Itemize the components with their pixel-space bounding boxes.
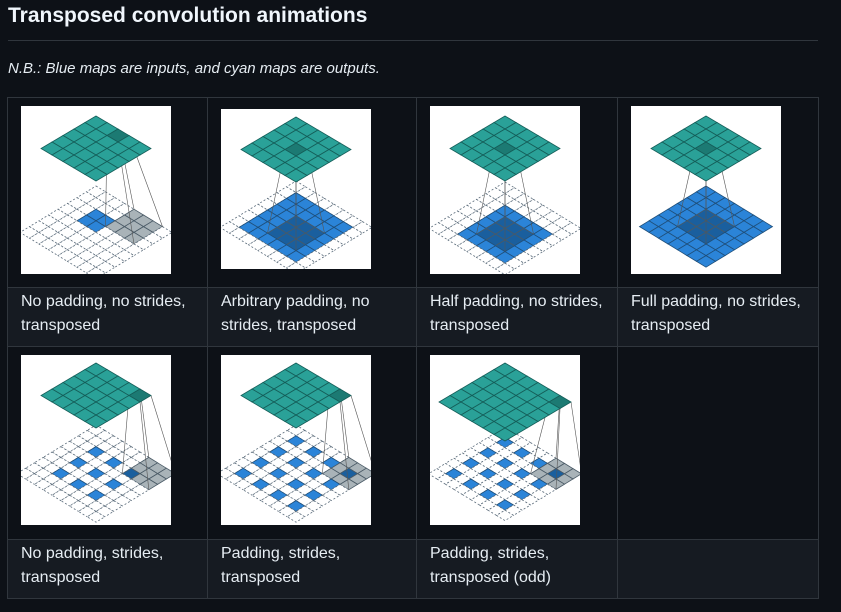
caption-cell-2: Arbitrary padding, no strides, transpose…	[207, 287, 417, 347]
figure-caption	[618, 540, 818, 542]
figure-cell-8-empty	[617, 346, 819, 540]
half-padding-no-strides-transposed-animation	[430, 106, 580, 274]
caption-cell-1: No padding, no strides, transposed	[7, 287, 208, 347]
figure-caption: Padding, strides, transposed (odd)	[430, 545, 551, 586]
projection-line	[570, 401, 580, 466]
figure-caption: Full padding, no strides, transposed	[631, 293, 801, 334]
figure-caption: Padding, strides, transposed	[221, 545, 341, 586]
figure-caption: No padding, no strides, transposed	[21, 293, 186, 334]
caption-cell-5: No padding, strides, transposed	[7, 539, 208, 599]
figure-cell-1	[7, 97, 208, 288]
figure-cell-3	[416, 97, 618, 288]
figure-cell-2	[207, 97, 417, 288]
heading-divider	[8, 40, 818, 41]
caption-cell-8-empty	[617, 539, 819, 599]
note-text: N.B.: Blue maps are inputs, and cyan map…	[8, 60, 380, 77]
padding-strides-transposed-animation	[221, 355, 371, 525]
figure-cell-4	[617, 97, 819, 288]
no-padding-no-strides-transposed-animation	[21, 106, 171, 274]
animations-table: No padding, no strides, transposed Arbit…	[7, 97, 819, 599]
no-padding-strides-transposed-animation	[21, 355, 171, 525]
padding-strides-odd-transposed-animation	[430, 355, 580, 525]
caption-cell-3: Half padding, no strides, transposed	[416, 287, 618, 347]
figure-cell-7	[416, 346, 618, 540]
caption-cell-6: Padding, strides, transposed	[207, 539, 417, 599]
full-padding-no-strides-transposed-animation	[631, 106, 781, 274]
figure-caption: Arbitrary padding, no strides, transpose…	[221, 293, 370, 334]
caption-cell-7: Padding, strides, transposed (odd)	[416, 539, 618, 599]
figure-caption: No padding, strides, transposed	[21, 545, 164, 586]
figure-cell-6	[207, 346, 417, 540]
section-heading: Transposed convolution animations	[8, 4, 368, 27]
arbitrary-padding-no-strides-transposed-animation	[221, 109, 371, 269]
figure-cell-5	[7, 346, 208, 540]
figure-caption: Half padding, no strides, transposed	[430, 293, 603, 334]
caption-cell-4: Full padding, no strides, transposed	[617, 287, 819, 347]
